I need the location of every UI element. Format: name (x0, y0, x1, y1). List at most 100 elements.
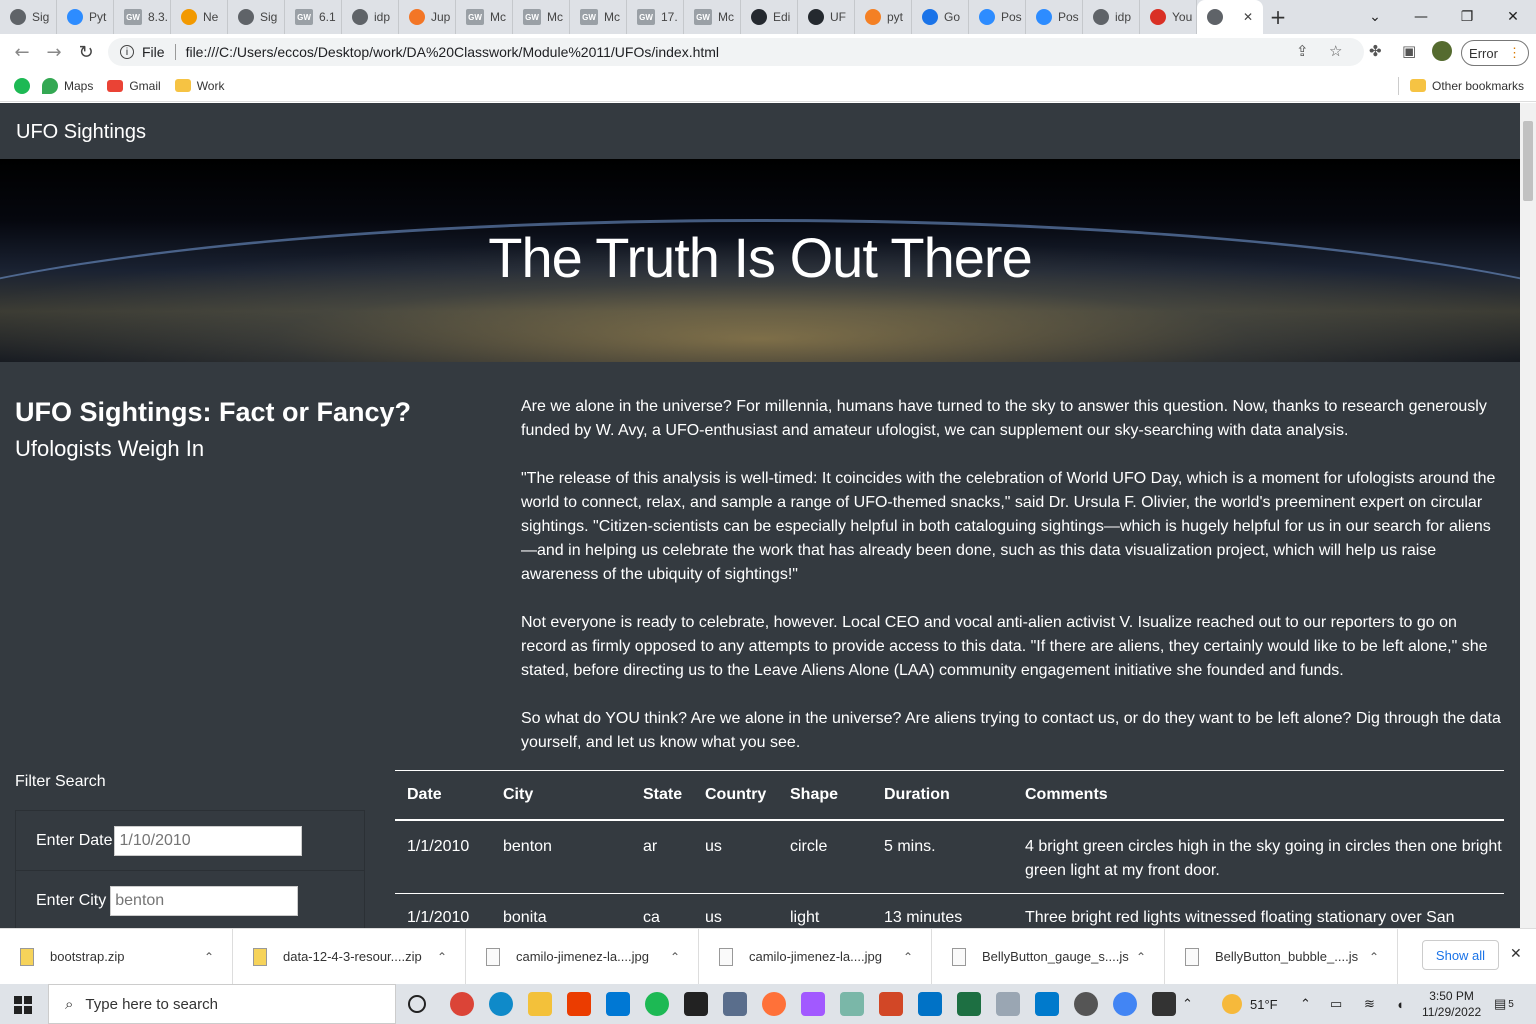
settings-icon[interactable] (1074, 992, 1098, 1016)
info-icon[interactable]: i (120, 45, 134, 59)
extensions-icon[interactable]: ✤ (1369, 42, 1382, 60)
windows-start-icon[interactable] (14, 996, 32, 1014)
mail-icon[interactable] (606, 992, 630, 1016)
weather-widget[interactable]: 51°F (1222, 984, 1278, 1024)
wifi-icon[interactable]: ≋ (1364, 984, 1375, 1024)
taskbar-search[interactable]: ⌕ Type here to search (48, 984, 396, 1024)
profile-avatar[interactable] (1432, 41, 1452, 61)
tab-favicon-icon (67, 9, 83, 25)
url-text[interactable]: file:///C:/Users/eccos/Desktop/work/DA%2… (186, 44, 719, 60)
git-icon[interactable] (723, 992, 747, 1016)
notes-icon[interactable] (840, 992, 864, 1016)
side-panel-icon[interactable]: ▣ (1402, 42, 1416, 60)
excel-icon[interactable] (957, 992, 981, 1016)
cortana-icon[interactable] (408, 995, 426, 1013)
tab-search-icon[interactable]: ⌄ (1352, 0, 1398, 34)
notifications-icon[interactable]: ▤ 5 (1494, 984, 1514, 1024)
chevron-up-icon[interactable]: ⌃ (1300, 984, 1311, 1024)
tab-favicon-icon (10, 9, 26, 25)
forward-icon[interactable]: → (38, 42, 70, 63)
close-downloads-icon[interactable]: ✕ (1510, 946, 1522, 962)
restore-button[interactable]: ❐ (1444, 0, 1490, 34)
browser-tab[interactable]: idp (1083, 0, 1140, 34)
reload-icon[interactable]: ↻ (70, 42, 102, 63)
share-icon[interactable]: ⇪ (1296, 42, 1309, 60)
browser-tab[interactable]: You (1140, 0, 1197, 34)
vscode-icon[interactable] (1035, 992, 1059, 1016)
close-window-button[interactable]: ✕ (1490, 0, 1536, 34)
outlook-icon[interactable] (918, 992, 942, 1016)
download-item[interactable]: bootstrap.zip ⌃ (0, 928, 233, 985)
terminal-icon[interactable] (684, 992, 708, 1016)
city-input[interactable] (110, 885, 299, 916)
browser-tab[interactable]: GW 17. (627, 0, 684, 34)
browser-tab[interactable]: Pyt (57, 0, 114, 34)
download-item[interactable]: BellyButton_bubble_....js ⌃ (1165, 928, 1398, 985)
address-bar[interactable]: i File file:///C:/Users/eccos/Desktop/wo… (108, 38, 1364, 66)
firefox-icon[interactable] (762, 992, 786, 1016)
error-button[interactable]: Error ⋮ (1461, 40, 1529, 66)
browser-tab[interactable]: Edi (741, 0, 798, 34)
scrollbar-thumb[interactable] (1523, 121, 1533, 201)
zip-file-icon (253, 947, 267, 966)
chevron-up-icon[interactable]: ⌃ (437, 950, 447, 964)
navbar-brand[interactable]: UFO Sightings (16, 121, 146, 144)
browser-tab[interactable]: GW Mc (570, 0, 627, 34)
other-bookmarks[interactable]: Other bookmarks (1410, 79, 1524, 93)
browser-tab[interactable]: idp (342, 0, 399, 34)
download-item[interactable]: camilo-jimenez-la....jpg ⌃ (699, 928, 932, 985)
bookmark-gmail[interactable]: Gmail (107, 79, 161, 93)
browser-tab[interactable]: Pos (1026, 0, 1083, 34)
tray-expand-icon[interactable]: ⌃ (1182, 984, 1193, 1024)
browser-tab[interactable]: GW Mc (513, 0, 570, 34)
browser-tab[interactable]: GW 6.1 (285, 0, 342, 34)
star-icon[interactable]: ☆ (1329, 42, 1342, 60)
bookmark-spotify[interactable] (14, 77, 36, 94)
browser-tab[interactable]: Sig (228, 0, 285, 34)
chevron-up-icon[interactable]: ⌃ (1369, 950, 1379, 964)
spotify-icon[interactable] (645, 992, 669, 1016)
snipping-tool-icon[interactable] (996, 992, 1020, 1016)
browser-tab[interactable]: GW 8.3. (114, 0, 171, 34)
browser-tab[interactable]: Jup (399, 0, 456, 34)
chevron-up-icon[interactable]: ⌃ (903, 950, 913, 964)
browser-tab[interactable]: Sig (0, 0, 57, 34)
chevron-up-icon[interactable]: ⌃ (670, 950, 680, 964)
table-cell: us (705, 838, 722, 855)
browser-tab[interactable]: Pos (969, 0, 1026, 34)
chrome-icon[interactable] (450, 992, 474, 1016)
figma-icon[interactable] (801, 992, 825, 1016)
show-all-button[interactable]: Show all (1422, 940, 1499, 970)
bookmark-maps[interactable]: Maps (42, 77, 93, 94)
volume-icon[interactable]: ◖ (1396, 984, 1404, 1024)
browser-tab[interactable]: Go (912, 0, 969, 34)
browser-tab[interactable]: UF (798, 0, 855, 34)
new-tab-button[interactable]: + (1263, 5, 1293, 29)
browser-tab[interactable]: GW Mc (684, 0, 741, 34)
browser-tab[interactable]: pyt (855, 0, 912, 34)
office-icon[interactable] (567, 992, 591, 1016)
article-paragraph: Are we alone in the universe? For millen… (521, 398, 1487, 439)
powerpoint-icon[interactable] (879, 992, 903, 1016)
close-tab-icon[interactable]: ✕ (1243, 10, 1253, 24)
clock[interactable]: 3:50 PM 11/29/2022 (1422, 984, 1481, 1024)
chevron-up-icon[interactable]: ⌃ (204, 950, 214, 964)
active-tab[interactable]: ✕ (1197, 0, 1263, 34)
download-item[interactable]: data-12-4-3-resour....zip ⌃ (233, 928, 466, 985)
download-item[interactable]: BellyButton_gauge_s....js ⌃ (932, 928, 1165, 985)
network-icon[interactable]: ▭ (1330, 984, 1342, 1024)
bookmark-work[interactable]: Work (174, 79, 224, 93)
file-explorer-icon[interactable] (528, 992, 552, 1016)
chevron-up-icon[interactable]: ⌃ (1136, 950, 1146, 964)
edge-icon[interactable] (489, 992, 513, 1016)
browser-tab[interactable]: GW Mc (456, 0, 513, 34)
back-icon[interactable]: ← (6, 42, 38, 63)
date-input[interactable] (114, 825, 303, 856)
page-scrollbar[interactable] (1520, 103, 1536, 928)
browser-tab[interactable]: Ne (171, 0, 228, 34)
chrome-profile-icon[interactable] (1113, 992, 1137, 1016)
tab-label: pyt (887, 10, 904, 24)
console-icon[interactable] (1152, 992, 1176, 1016)
minimize-button[interactable]: — (1398, 0, 1444, 34)
download-item[interactable]: camilo-jimenez-la....jpg ⌃ (466, 928, 699, 985)
